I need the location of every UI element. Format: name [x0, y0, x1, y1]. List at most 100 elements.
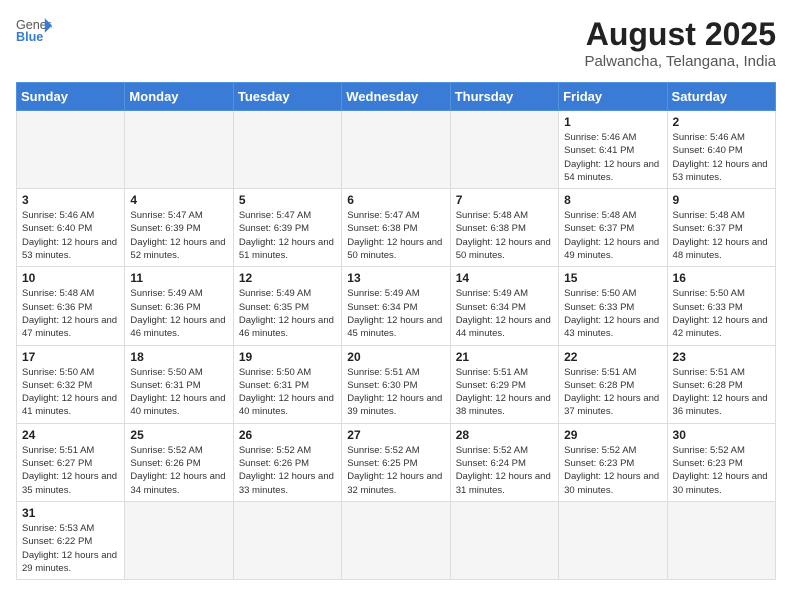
day-number: 19 [239, 350, 336, 364]
calendar-day-cell: 20 Sunrise: 5:51 AM Sunset: 6:30 PM Dayli… [342, 345, 450, 423]
calendar-week-row: 31 Sunrise: 5:53 AM Sunset: 6:22 PM Dayli… [17, 501, 776, 579]
calendar-day-cell: 30Sunrise: 5:52 AM Sunset: 6:23 PM Dayli… [667, 423, 775, 501]
calendar-day-cell [233, 501, 341, 579]
day-info: Sunrise: 5:51 AM Sunset: 6:27 PM Dayligh… [22, 444, 119, 497]
day-number: 20 [347, 350, 444, 364]
day-number: 29 [564, 428, 661, 442]
day-number: 1 [564, 115, 661, 129]
calendar-week-row: 17 Sunrise: 5:50 AM Sunset: 6:32 PM Dayli… [17, 345, 776, 423]
calendar-day-cell: 22Sunrise: 5:51 AM Sunset: 6:28 PM Dayli… [559, 345, 667, 423]
calendar-day-cell: 1Sunrise: 5:46 AM Sunset: 6:41 PM Daylig… [559, 111, 667, 189]
calendar-day-cell: 4Sunrise: 5:47 AM Sunset: 6:39 PM Daylig… [125, 189, 233, 267]
weekday-header: Monday [125, 83, 233, 111]
day-number: 15 [564, 271, 661, 285]
day-number: 21 [456, 350, 553, 364]
day-number: 25 [130, 428, 227, 442]
calendar-week-row: 24 Sunrise: 5:51 AM Sunset: 6:27 PM Dayli… [17, 423, 776, 501]
day-number: 4 [130, 193, 227, 207]
calendar-day-cell [17, 111, 125, 189]
day-number: 6 [347, 193, 444, 207]
day-number: 31 [22, 506, 119, 520]
calendar-day-cell: 25 Sunrise: 5:52 AM Sunset: 6:26 PM Dayli… [125, 423, 233, 501]
day-info: Sunrise: 5:47 AM Sunset: 6:38 PM Dayligh… [347, 209, 444, 262]
calendar-day-cell: 31 Sunrise: 5:53 AM Sunset: 6:22 PM Dayli… [17, 501, 125, 579]
calendar-day-cell: 14 Sunrise: 5:49 AM Sunset: 6:34 PM Dayli… [450, 267, 558, 345]
day-number: 24 [22, 428, 119, 442]
day-info: Sunrise: 5:51 AM Sunset: 6:28 PM Dayligh… [673, 366, 770, 419]
day-info: Sunrise: 5:46 AM Sunset: 6:40 PM Dayligh… [673, 131, 770, 184]
calendar-day-cell: 23 Sunrise: 5:51 AM Sunset: 6:28 PM Dayli… [667, 345, 775, 423]
calendar-day-cell: 3Sunrise: 5:46 AM Sunset: 6:40 PM Daylig… [17, 189, 125, 267]
svg-text:Blue: Blue [16, 30, 43, 44]
calendar-day-cell [667, 501, 775, 579]
day-number: 3 [22, 193, 119, 207]
calendar-day-cell: 24 Sunrise: 5:51 AM Sunset: 6:27 PM Dayli… [17, 423, 125, 501]
day-info: Sunrise: 5:50 AM Sunset: 6:33 PM Dayligh… [673, 287, 770, 340]
day-info: Sunrise: 5:49 AM Sunset: 6:36 PM Dayligh… [130, 287, 227, 340]
day-number: 16 [673, 271, 770, 285]
weekday-header: Sunday [17, 83, 125, 111]
day-info: Sunrise: 5:48 AM Sunset: 6:37 PM Dayligh… [564, 209, 661, 262]
weekday-header: Saturday [667, 83, 775, 111]
day-number: 26 [239, 428, 336, 442]
day-number: 14 [456, 271, 553, 285]
day-number: 28 [456, 428, 553, 442]
day-number: 7 [456, 193, 553, 207]
calendar-day-cell: 13 Sunrise: 5:49 AM Sunset: 6:34 PM Dayli… [342, 267, 450, 345]
day-number: 13 [347, 271, 444, 285]
calendar-day-cell: 21 Sunrise: 5:51 AM Sunset: 6:29 PM Dayli… [450, 345, 558, 423]
calendar-header-row: SundayMondayTuesdayWednesdayThursdayFrid… [17, 83, 776, 111]
calendar-day-cell: 6 Sunrise: 5:47 AM Sunset: 6:38 PM Daylig… [342, 189, 450, 267]
calendar-day-cell: 11 Sunrise: 5:49 AM Sunset: 6:36 PM Dayli… [125, 267, 233, 345]
day-number: 18 [130, 350, 227, 364]
calendar-day-cell: 7Sunrise: 5:48 AM Sunset: 6:38 PM Daylig… [450, 189, 558, 267]
calendar-day-cell [342, 501, 450, 579]
calendar-day-cell: 16 Sunrise: 5:50 AM Sunset: 6:33 PM Dayli… [667, 267, 775, 345]
calendar-day-cell: 26 Sunrise: 5:52 AM Sunset: 6:26 PM Dayli… [233, 423, 341, 501]
weekday-header: Tuesday [233, 83, 341, 111]
day-number: 23 [673, 350, 770, 364]
day-info: Sunrise: 5:50 AM Sunset: 6:31 PM Dayligh… [130, 366, 227, 419]
day-number: 27 [347, 428, 444, 442]
day-info: Sunrise: 5:51 AM Sunset: 6:29 PM Dayligh… [456, 366, 553, 419]
day-info: Sunrise: 5:49 AM Sunset: 6:34 PM Dayligh… [347, 287, 444, 340]
calendar-table: SundayMondayTuesdayWednesdayThursdayFrid… [16, 82, 776, 580]
weekday-header: Wednesday [342, 83, 450, 111]
day-info: Sunrise: 5:50 AM Sunset: 6:32 PM Dayligh… [22, 366, 119, 419]
logo: General Blue [16, 16, 52, 44]
calendar-day-cell: 17 Sunrise: 5:50 AM Sunset: 6:32 PM Dayli… [17, 345, 125, 423]
day-info: Sunrise: 5:49 AM Sunset: 6:34 PM Dayligh… [456, 287, 553, 340]
day-number: 12 [239, 271, 336, 285]
calendar-day-cell [125, 111, 233, 189]
day-info: Sunrise: 5:51 AM Sunset: 6:30 PM Dayligh… [347, 366, 444, 419]
day-number: 9 [673, 193, 770, 207]
day-number: 30 [673, 428, 770, 442]
day-number: 8 [564, 193, 661, 207]
day-info: Sunrise: 5:52 AM Sunset: 6:26 PM Dayligh… [130, 444, 227, 497]
day-info: Sunrise: 5:50 AM Sunset: 6:33 PM Dayligh… [564, 287, 661, 340]
day-info: Sunrise: 5:52 AM Sunset: 6:26 PM Dayligh… [239, 444, 336, 497]
calendar-day-cell: 18 Sunrise: 5:50 AM Sunset: 6:31 PM Dayli… [125, 345, 233, 423]
day-info: Sunrise: 5:50 AM Sunset: 6:31 PM Dayligh… [239, 366, 336, 419]
month-year: August 2025 [584, 16, 776, 53]
day-info: Sunrise: 5:48 AM Sunset: 6:36 PM Dayligh… [22, 287, 119, 340]
day-number: 10 [22, 271, 119, 285]
calendar-day-cell: 10 Sunrise: 5:48 AM Sunset: 6:36 PM Dayli… [17, 267, 125, 345]
day-number: 17 [22, 350, 119, 364]
calendar-day-cell [125, 501, 233, 579]
calendar-day-cell: 27Sunrise: 5:52 AM Sunset: 6:25 PM Dayli… [342, 423, 450, 501]
day-info: Sunrise: 5:53 AM Sunset: 6:22 PM Dayligh… [22, 522, 119, 575]
day-info: Sunrise: 5:52 AM Sunset: 6:23 PM Dayligh… [564, 444, 661, 497]
calendar-day-cell: 19 Sunrise: 5:50 AM Sunset: 6:31 PM Dayli… [233, 345, 341, 423]
calendar-day-cell: 2 Sunrise: 5:46 AM Sunset: 6:40 PM Daylig… [667, 111, 775, 189]
calendar-day-cell: 28Sunrise: 5:52 AM Sunset: 6:24 PM Dayli… [450, 423, 558, 501]
calendar-week-row: 1Sunrise: 5:46 AM Sunset: 6:41 PM Daylig… [17, 111, 776, 189]
day-number: 2 [673, 115, 770, 129]
location: Palwancha, Telangana, India [584, 53, 776, 70]
calendar-day-cell: 5Sunrise: 5:47 AM Sunset: 6:39 PM Daylig… [233, 189, 341, 267]
calendar-day-cell [233, 111, 341, 189]
calendar-week-row: 10 Sunrise: 5:48 AM Sunset: 6:36 PM Dayli… [17, 267, 776, 345]
day-info: Sunrise: 5:47 AM Sunset: 6:39 PM Dayligh… [239, 209, 336, 262]
calendar-day-cell: 29 Sunrise: 5:52 AM Sunset: 6:23 PM Dayli… [559, 423, 667, 501]
day-number: 11 [130, 271, 227, 285]
